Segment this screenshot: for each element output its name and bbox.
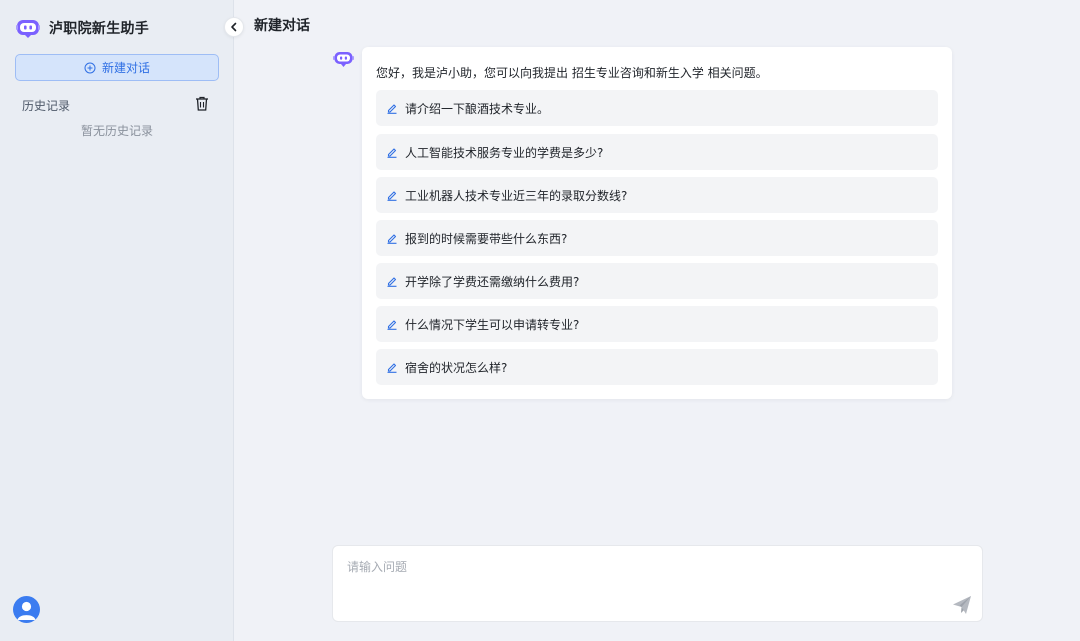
- suggestion-text: 开学除了学费还需缴纳什么费用?: [405, 274, 580, 289]
- app-title: 泸职院新生助手: [49, 21, 150, 37]
- user-avatar-icon: [17, 601, 36, 620]
- brand: 泸职院新生助手: [16, 16, 149, 40]
- suggestion-item[interactable]: 什么情况下学生可以申请转专业?: [376, 306, 938, 342]
- suggestion-text: 工业机器人技术专业近三年的录取分数线?: [405, 188, 628, 203]
- plus-circle-icon: [84, 62, 96, 73]
- page-title: 新建对话: [254, 18, 310, 34]
- suggestion-text: 请介绍一下酿酒技术专业。: [405, 101, 550, 116]
- history-empty-text: 暂无历史记录: [80, 124, 153, 138]
- question-input[interactable]: [347, 558, 937, 608]
- collapse-sidebar-button[interactable]: [224, 17, 244, 37]
- edit-pencil-icon: [387, 320, 397, 330]
- suggestion-text: 报到的时候需要带些什么东西?: [405, 231, 568, 246]
- chat-input-box: [332, 545, 983, 622]
- robot-icon: [333, 52, 354, 67]
- greeting-text: 您好，我是泸小助，您可以向我提出 招生专业咨询和新生入学 相关问题。: [376, 66, 768, 80]
- suggestion-text: 人工智能技术服务专业的学费是多少?: [405, 145, 604, 160]
- user-avatar[interactable]: [13, 596, 40, 623]
- suggestion-item[interactable]: 开学除了学费还需缴纳什么费用?: [376, 263, 938, 299]
- chevron-left-icon: [231, 22, 237, 32]
- suggestion-item[interactable]: 宿舍的状况怎么样?: [376, 349, 938, 385]
- suggestion-item[interactable]: 请介绍一下酿酒技术专业。: [376, 90, 938, 126]
- sidebar: 泸职院新生助手 新建对话 历史记录 暂无历史记录: [0, 0, 234, 641]
- edit-pencil-icon: [387, 277, 397, 287]
- robot-logo-icon: [16, 20, 40, 38]
- suggestion-text: 宿舍的状况怎么样?: [405, 360, 508, 375]
- assistant-message: 您好，我是泸小助，您可以向我提出 招生专业咨询和新生入学 相关问题。 请介绍一下…: [362, 47, 952, 399]
- edit-pencil-icon: [387, 191, 397, 201]
- trash-icon[interactable]: [195, 96, 209, 111]
- edit-pencil-icon: [387, 148, 397, 158]
- app-root: 泸职院新生助手 新建对话 历史记录 暂无历史记录 新建对话 您好，我是泸小助，您…: [0, 0, 1080, 641]
- edit-pencil-icon: [387, 363, 397, 373]
- history-label: 历史记录: [22, 99, 71, 113]
- new-chat-label: 新建对话: [101, 61, 150, 75]
- suggestion-item[interactable]: 工业机器人技术专业近三年的录取分数线?: [376, 177, 938, 213]
- paper-plane-icon[interactable]: [951, 594, 973, 616]
- edit-pencil-icon: [387, 104, 397, 114]
- suggestion-item[interactable]: 人工智能技术服务专业的学费是多少?: [376, 134, 938, 170]
- suggestion-text: 什么情况下学生可以申请转专业?: [405, 317, 580, 332]
- edit-pencil-icon: [387, 234, 397, 244]
- new-chat-button[interactable]: 新建对话: [15, 54, 219, 81]
- suggestion-item[interactable]: 报到的时候需要带些什么东西?: [376, 220, 938, 256]
